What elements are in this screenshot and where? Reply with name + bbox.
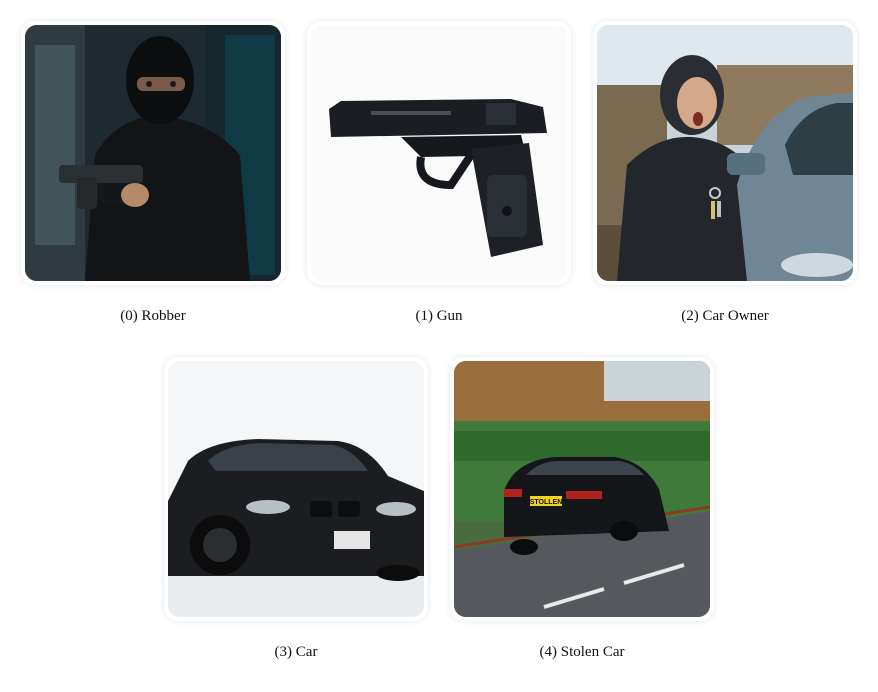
caption-stolen-car: (4) Stolen Car [539,644,625,660]
car-image [168,361,424,617]
caption-car: (3) Car [274,644,318,660]
stolen-plate-text: STOLLEN [530,499,563,506]
image-card-gun [307,21,571,285]
gun-image [311,25,567,281]
image-card-robber [21,21,285,285]
image-card-car [164,357,428,621]
robber-image [25,25,281,281]
caption-robber: (0) Robber [120,308,186,324]
caption-car-owner: (2) Car Owner [681,308,769,324]
caption-gun: (1) Gun [415,308,463,324]
stolen-car-image: STOLLEN [454,361,710,617]
car-owner-image [597,25,853,281]
image-card-stolen-car: STOLLEN [450,357,714,621]
image-card-car-owner [593,21,857,285]
